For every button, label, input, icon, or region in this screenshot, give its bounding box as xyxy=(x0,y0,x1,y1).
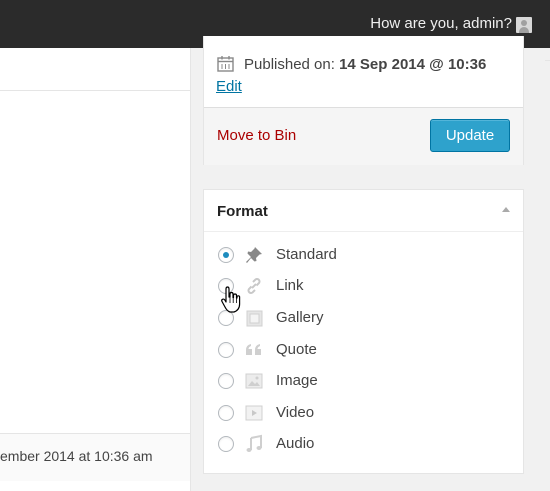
radio-standard[interactable] xyxy=(218,247,234,263)
format-label: Video xyxy=(276,404,315,421)
published-label: Published on: xyxy=(244,56,335,73)
radio-audio[interactable] xyxy=(218,436,234,452)
format-option-standard[interactable]: Standard xyxy=(218,245,498,267)
pin-icon xyxy=(246,247,262,263)
video-icon xyxy=(245,405,263,421)
admin-greeting[interactable]: How are you, admin? xyxy=(370,15,512,32)
format-header[interactable]: Format xyxy=(204,190,523,232)
published-on-text: Published on: 14 Sep 2014 @ 10:36 xyxy=(244,56,486,73)
divider xyxy=(545,60,550,61)
hand-cursor-icon xyxy=(221,286,241,313)
editor-footer: ember 2014 at 10:36 am xyxy=(0,433,190,481)
format-label: Standard xyxy=(276,246,337,263)
format-option-video[interactable]: Video xyxy=(218,403,498,425)
format-option-gallery[interactable]: Gallery xyxy=(218,308,498,330)
collapse-arrow-icon[interactable] xyxy=(502,207,510,212)
publish-actions: Move to Bin Update xyxy=(204,107,523,165)
edit-date-link[interactable]: Edit xyxy=(216,78,242,95)
format-option-quote[interactable]: Quote xyxy=(218,340,498,362)
quote-icon xyxy=(246,344,261,355)
format-label: Link xyxy=(276,277,304,294)
radio-image[interactable] xyxy=(218,373,234,389)
format-label: Gallery xyxy=(276,309,324,326)
radio-quote[interactable] xyxy=(218,342,234,358)
editor-panel: ember 2014 at 10:36 am xyxy=(0,48,191,491)
update-button[interactable]: Update xyxy=(430,119,510,152)
calendar-icon xyxy=(217,56,234,72)
avatar-icon[interactable] xyxy=(516,17,532,33)
format-option-link[interactable]: Link xyxy=(218,276,498,298)
move-to-bin-link[interactable]: Move to Bin xyxy=(217,127,296,144)
format-label: Image xyxy=(276,372,318,389)
format-box: Format Standard Link Gallery Quote Image… xyxy=(203,189,524,474)
radio-video[interactable] xyxy=(218,405,234,421)
gallery-icon xyxy=(246,310,263,327)
divider xyxy=(0,90,190,91)
format-option-image[interactable]: Image xyxy=(218,371,498,393)
last-edited-text: ember 2014 at 10:36 am xyxy=(0,448,153,464)
audio-icon xyxy=(246,434,262,452)
format-title: Format xyxy=(217,203,268,220)
format-label: Quote xyxy=(276,341,317,358)
published-date: 14 Sep 2014 @ 10:36 xyxy=(339,56,487,73)
image-icon xyxy=(245,373,263,389)
publish-box: Published on: 14 Sep 2014 @ 10:36 Edit M… xyxy=(203,36,524,165)
link-icon xyxy=(247,278,261,294)
format-option-audio[interactable]: Audio xyxy=(218,434,498,456)
format-label: Audio xyxy=(276,435,315,452)
